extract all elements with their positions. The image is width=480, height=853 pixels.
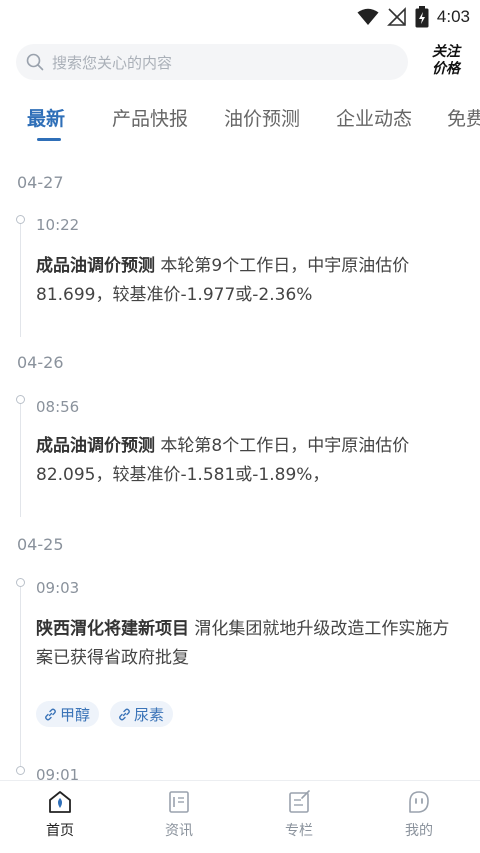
tab-free[interactable]: 免费 (447, 104, 480, 131)
news-title: 成品油调价预测 (36, 256, 155, 276)
tab-oil-price-forecast[interactable]: 油价预测 (224, 104, 300, 131)
timeline-dot (16, 215, 25, 224)
follow-price-button[interactable]: 关注 价格 (424, 44, 468, 82)
follow-price-line1: 关注 (432, 44, 460, 60)
date-label: 04-26 (17, 353, 64, 372)
link-icon (45, 708, 56, 720)
status-icons: 4:03 (357, 6, 470, 28)
nav-label: 我的 (405, 823, 433, 839)
timeline-dot (16, 395, 25, 404)
search-icon (26, 53, 44, 71)
timeline-line (20, 586, 21, 766)
news-item[interactable]: 陕西渭化将建新项目 渭化集团就地升级改造工作实施方案已获得省政府批复 (36, 615, 456, 673)
search-placeholder: 搜索您关心的内容 (52, 53, 173, 72)
date-label: 04-27 (17, 173, 64, 192)
search-input[interactable]: 搜索您关心的内容 (16, 44, 408, 80)
column-icon (289, 790, 310, 813)
search-header: 搜索您关心的内容 关注 价格 (0, 44, 480, 82)
home-icon (49, 791, 71, 813)
tag-label: 甲醇 (60, 705, 91, 724)
time-label: 09:01 (36, 766, 80, 780)
time-label: 08:56 (36, 398, 80, 416)
nav-label: 资讯 (165, 823, 193, 839)
tag-methanol[interactable]: 甲醇 (36, 701, 100, 727)
nav-label: 首页 (46, 823, 74, 839)
time-label: 09:03 (36, 579, 80, 597)
time-label: 10:22 (36, 216, 80, 234)
status-bar: 4:03 (0, 0, 480, 34)
tab-company-news[interactable]: 企业动态 (336, 104, 412, 131)
battery-icon (415, 6, 429, 28)
news-title: 陕西渭化将建新项目 (36, 619, 189, 639)
nav-news[interactable]: 资讯 (139, 789, 219, 840)
category-tabs: 最新 产品快报 油价预测 企业动态 免费 (0, 100, 480, 144)
news-title: 成品油调价预测 (36, 436, 155, 456)
active-tab-indicator (37, 138, 61, 141)
tag-urea[interactable]: 尿素 (110, 701, 174, 727)
news-icon (169, 791, 189, 813)
timeline-line (20, 403, 21, 517)
news-item[interactable]: 成品油调价预测 本轮第8个工作日，中宇原油估价82.095，较基准价-1.581… (36, 432, 456, 490)
timeline-dot (16, 766, 25, 775)
nav-column[interactable]: 专栏 (259, 789, 339, 840)
bottom-nav: 首页 资讯 专栏 我的 (0, 780, 480, 853)
tag-label: 尿素 (134, 705, 165, 724)
timeline-line (20, 223, 21, 337)
nav-profile[interactable]: 我的 (379, 789, 459, 840)
link-icon (119, 708, 130, 720)
wifi-icon (357, 8, 379, 25)
status-time: 4:03 (436, 7, 470, 26)
timeline-dot (16, 578, 25, 587)
tab-latest[interactable]: 最新 (27, 104, 65, 131)
nav-home[interactable]: 首页 (20, 789, 100, 840)
signal-icon (386, 7, 406, 26)
news-item[interactable]: 成品油调价预测 本轮第9个工作日，中宇原油估价81.699，较基准价-1.977… (36, 252, 456, 310)
nav-label: 专栏 (285, 823, 313, 839)
follow-price-line2: 价格 (432, 61, 460, 77)
profile-icon (409, 791, 429, 813)
news-feed[interactable]: 04-27 10:22 成品油调价预测 本轮第9个工作日，中宇原油估价81.69… (0, 160, 480, 780)
date-label: 04-25 (17, 535, 64, 554)
tab-product-news[interactable]: 产品快报 (112, 104, 188, 131)
